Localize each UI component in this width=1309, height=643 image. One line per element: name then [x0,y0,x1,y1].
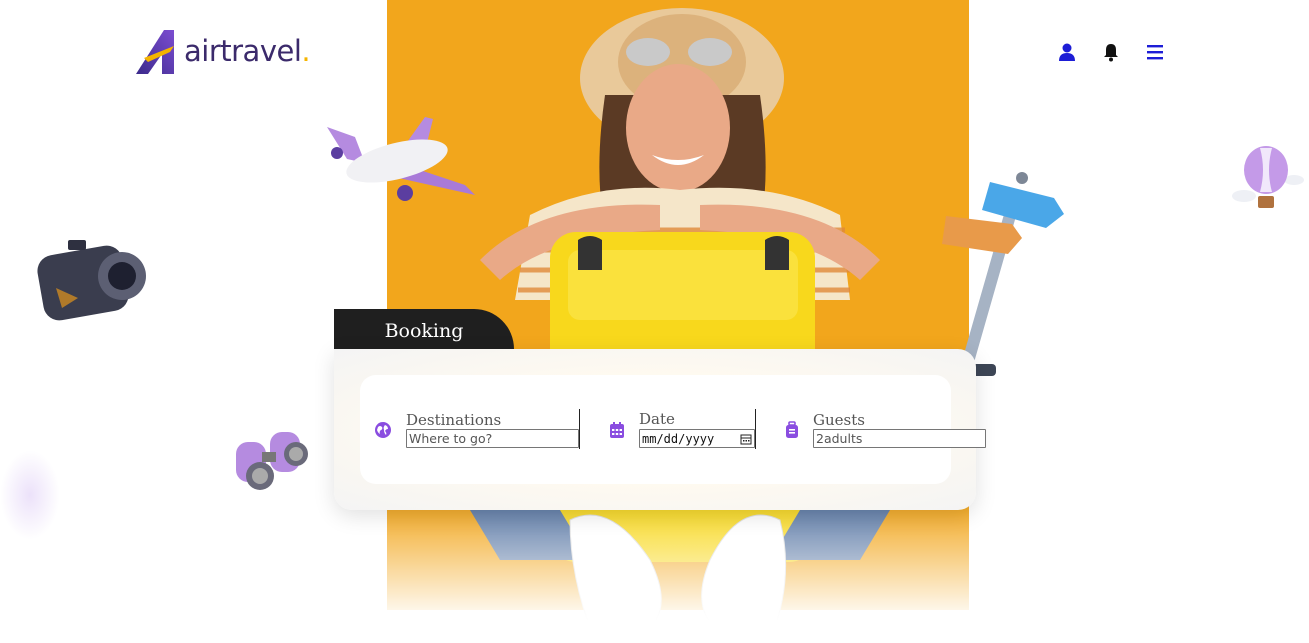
luggage-icon [786,421,798,438]
field-divider [755,409,756,449]
booking-tab[interactable]: Booking [334,309,514,353]
calendar-picker-icon[interactable] [740,433,752,445]
date-value: mm/dd/yyyy [642,431,715,446]
guests-placeholder: 2adults [816,431,863,446]
guests-input[interactable]: 2adults [813,429,986,448]
hero-fade [360,500,1000,643]
brand-logo[interactable]: airtravel. [134,28,311,74]
user-icon[interactable] [1057,42,1077,62]
plane-logo-icon [136,30,174,74]
destinations-label: Destinations [406,411,502,429]
date-label: Date [639,410,675,428]
binoculars-icon [236,432,308,490]
brand-name: airtravel [184,34,302,68]
airplane-icon [327,117,475,201]
calendar-icon [610,422,624,438]
brand-dot: . [301,34,311,68]
field-divider [579,409,580,449]
blurred-decoration [0,450,60,540]
date-input[interactable]: mm/dd/yyyy [639,429,755,448]
destinations-input[interactable]: Where to go? [406,429,579,448]
bell-icon[interactable] [1101,42,1121,62]
page: airtravel. Booking Destinations Where to… [0,0,1309,643]
menu-icon[interactable] [1145,42,1165,62]
hot-air-balloon-icon [1232,146,1304,208]
guests-label: Guests [813,411,865,429]
destinations-placeholder: Where to go? [409,431,493,446]
camera-icon [37,240,146,321]
globe-icon [375,422,391,438]
booking-tab-label: Booking [384,320,464,342]
signpost-icon [942,172,1064,376]
